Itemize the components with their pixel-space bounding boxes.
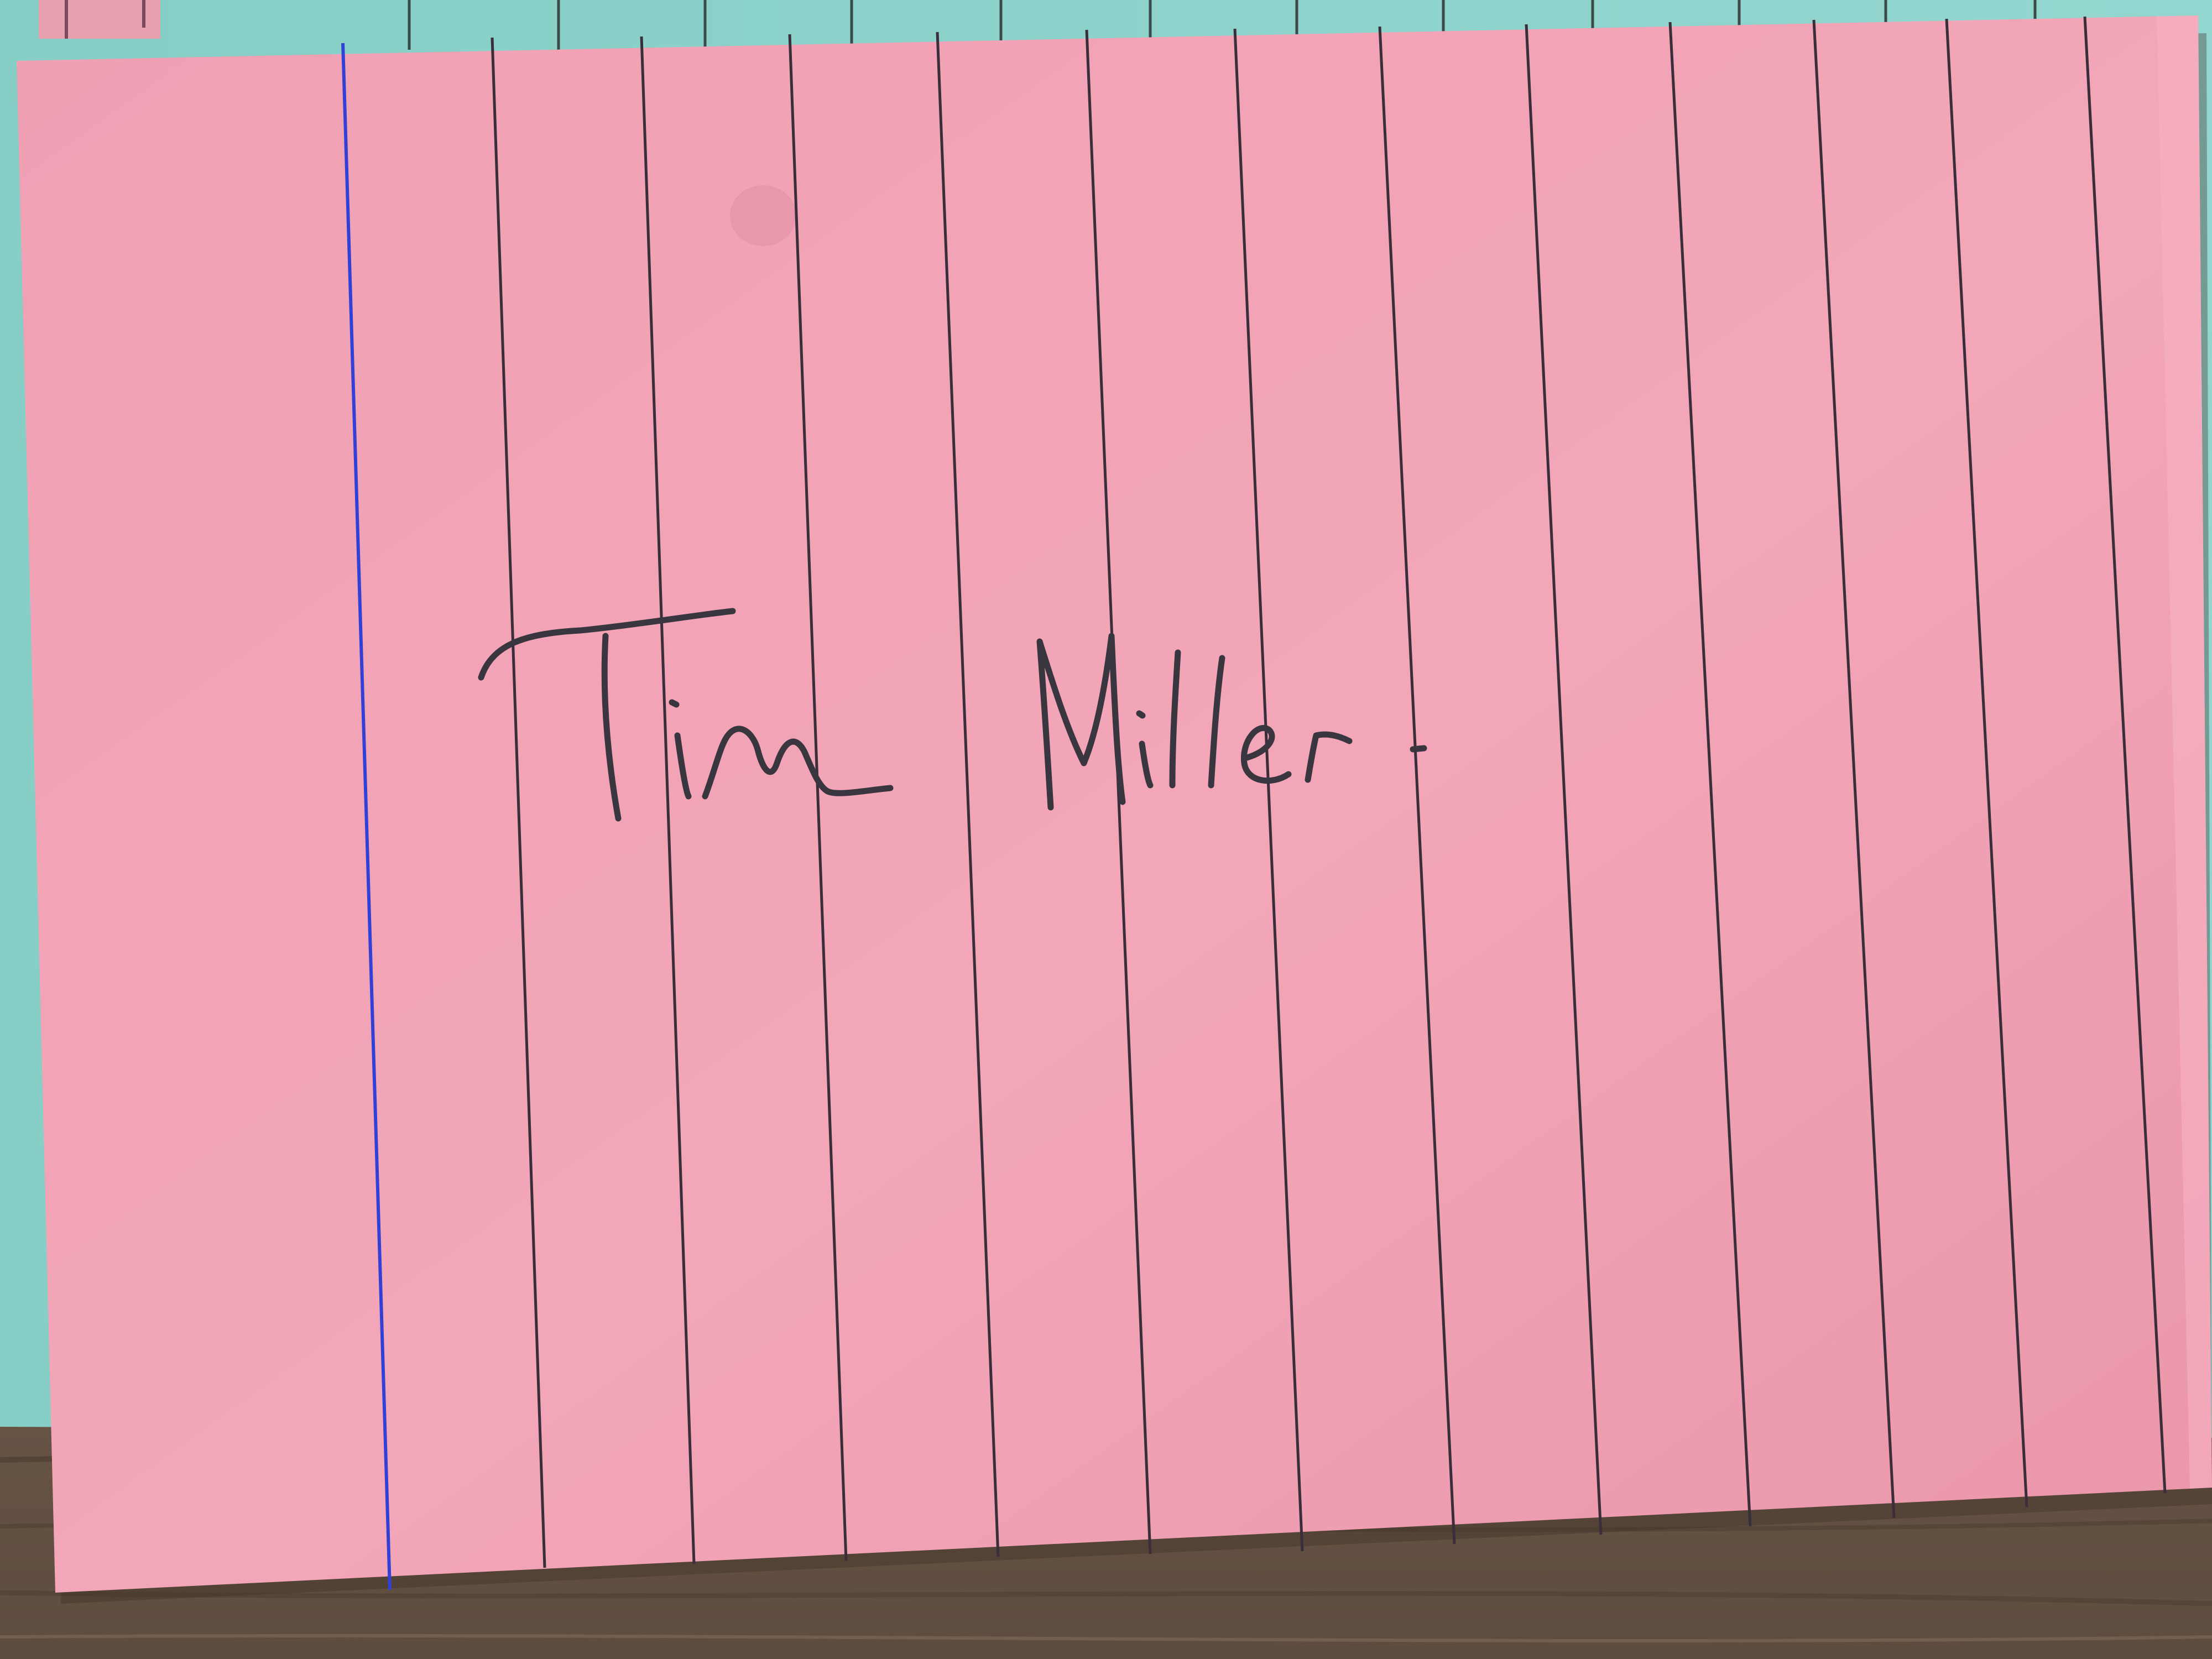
pink-index-card bbox=[17, 15, 2212, 1604]
photo-canvas bbox=[0, 0, 2212, 1659]
photo-scene bbox=[0, 0, 2212, 1659]
